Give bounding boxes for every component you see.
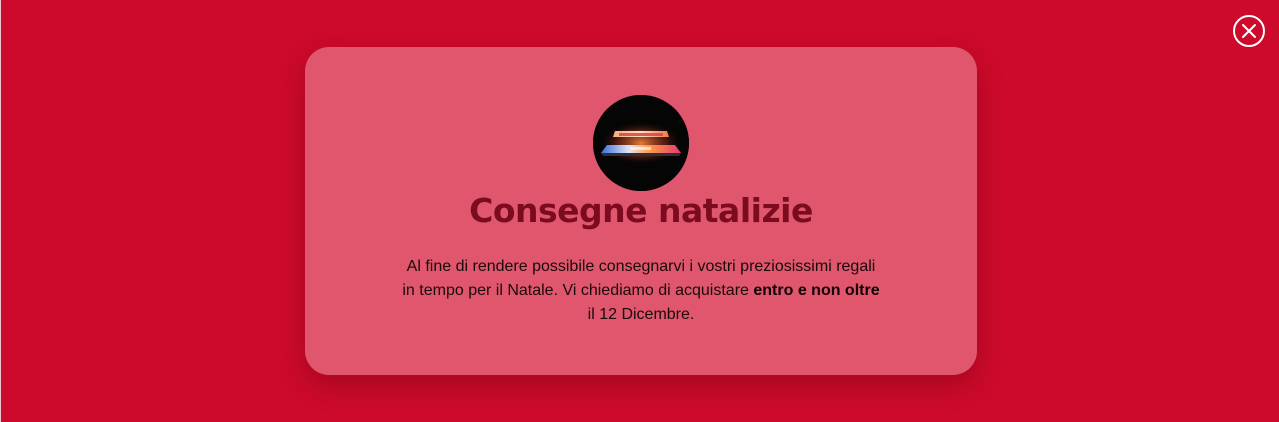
message-emphasis: entro e non oltre — [753, 282, 880, 299]
christmas-delivery-modal: Consegne natalizie Al fine di rendere po… — [305, 47, 977, 375]
modal-message: Al fine di rendere possibile consegnarvi… — [401, 255, 881, 327]
close-button[interactable] — [1233, 15, 1265, 47]
message-text-end: il 12 Dicembre. — [587, 306, 695, 323]
laptop-glow-image — [593, 95, 689, 191]
page-left-edge — [0, 0, 1, 422]
modal-title: Consegne natalizie — [469, 191, 813, 230]
close-icon — [1242, 24, 1256, 38]
